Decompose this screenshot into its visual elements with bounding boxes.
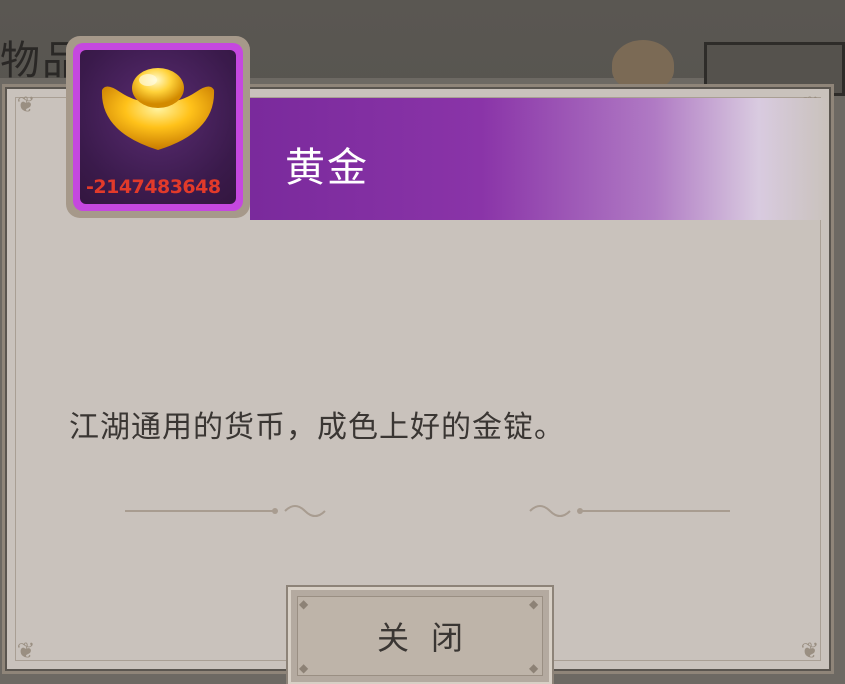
item-description: 江湖通用的货币，成色上好的金锭。 — [69, 410, 565, 445]
close-button-inner: 关闭 — [297, 596, 543, 676]
button-corner-icon: ◆ — [529, 661, 539, 675]
corner-ornament-icon: ❦ — [16, 639, 36, 664]
corner-ornament-icon: ❦ — [800, 639, 820, 664]
item-name: 黄金 — [285, 145, 369, 191]
button-corner-icon: ◆ — [299, 661, 309, 675]
screen: 物品 ❦ ❦ ❦ ❦ 黄金 江湖通用的货币，成色上好的金锭。 关闭 ◆ ◆ — [0, 0, 845, 684]
item-icon-slot: -2147483648 — [80, 50, 236, 204]
item-count: -2147483648 — [86, 176, 221, 198]
gold-ingot-icon — [101, 68, 215, 150]
button-corner-icon: ◆ — [529, 597, 539, 611]
corner-ornament-icon: ❦ — [16, 93, 36, 118]
close-button[interactable]: 关闭 ◆ ◆ ◆ ◆ — [288, 587, 552, 684]
button-corner-icon: ◆ — [299, 597, 309, 611]
divider-left — [125, 505, 326, 517]
divider-right — [529, 505, 730, 517]
item-icon-frame-rim: -2147483648 — [73, 43, 243, 211]
bag-icon — [612, 40, 674, 90]
item-icon-frame: -2147483648 — [66, 36, 250, 218]
close-button-label: 关闭 — [376, 619, 485, 657]
